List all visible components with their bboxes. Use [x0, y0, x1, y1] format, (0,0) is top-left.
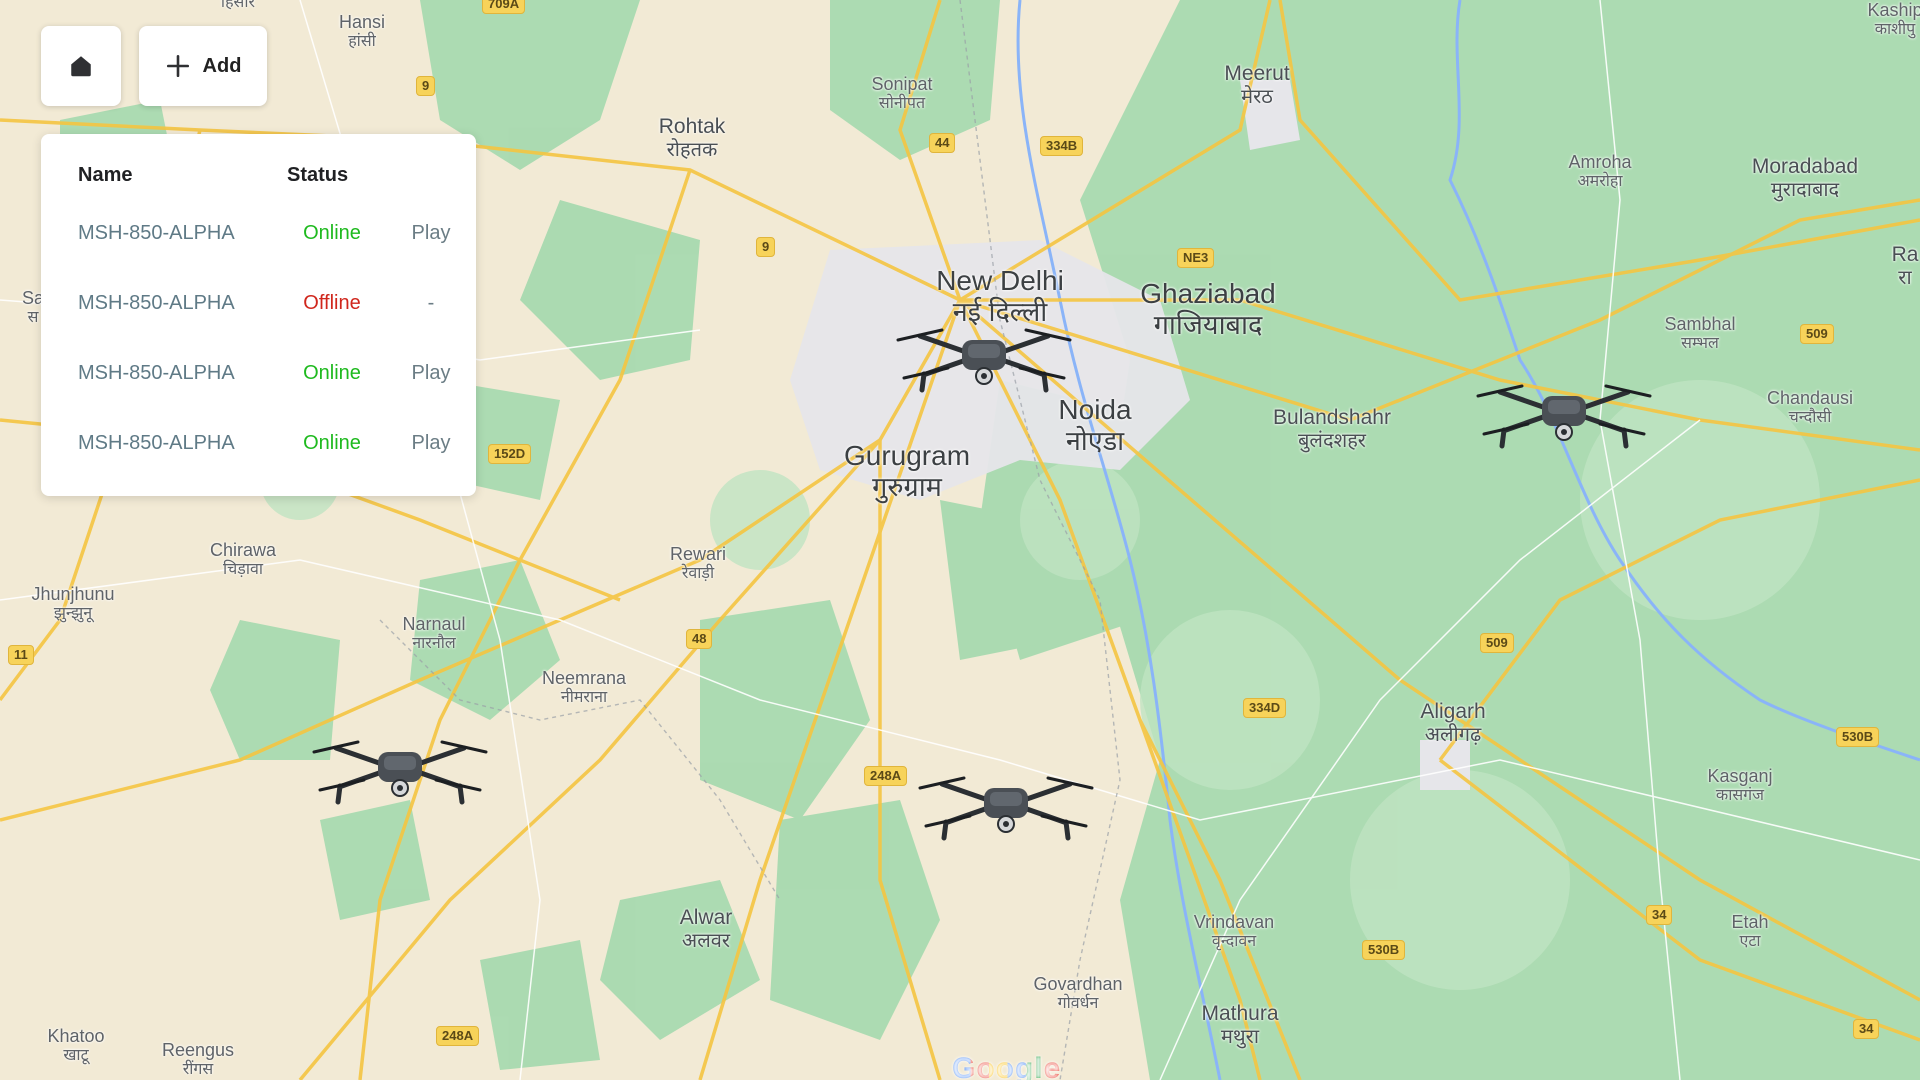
add-button[interactable]: Add [139, 26, 267, 106]
place-label-ghaziabad: Ghaziabad गाजियाबाद [1140, 278, 1276, 341]
column-header-status: Status [287, 164, 349, 186]
place-label-bulandshahr: Bulandshahr बुलंदशहर [1273, 406, 1391, 453]
drone-list-panel: Name Status MSH-850-ALPHA Online Play MS… [41, 134, 476, 496]
plus-icon [166, 54, 189, 78]
road-shield: 530B [1362, 940, 1406, 960]
road-shield: 334D [1243, 698, 1287, 718]
drone-name: MSH-850-ALPHA [78, 292, 235, 314]
road-shield: 11 [8, 645, 34, 665]
place-label-sonipat: Sonipat सोनीपत [871, 74, 933, 112]
play-button[interactable]: Play [391, 222, 471, 245]
status-badge: Online [303, 222, 361, 244]
road-shield: 34 [1646, 905, 1673, 925]
road-shield: 248A [864, 766, 908, 786]
place-label-narnaul: Narnaul नारनौल [402, 614, 466, 652]
status-badge: Online [303, 432, 361, 454]
place-label-khatoo: Khatoo खाटू [47, 1026, 105, 1064]
drone-icon-graphic [918, 776, 1094, 841]
drone-name: MSH-850-ALPHA [78, 362, 235, 384]
place-label-chandausi: Chandausi चन्दौसी [1766, 388, 1854, 426]
place-label-mathura: Mathura मथुरा [1201, 1002, 1279, 1049]
place-label-sambhal: Sambhal सम्भल [1664, 314, 1736, 352]
place-label-rewari: Rewari रेवाड़ी [669, 544, 727, 582]
google-logo: Google [952, 1052, 1061, 1080]
place-label-vrindavan: Vrindavan वृन्दावन [1193, 912, 1275, 950]
home-button[interactable] [41, 26, 121, 106]
road-shield: 334B [1040, 136, 1084, 156]
road-shield: 44 [929, 133, 956, 153]
table-row[interactable]: MSH-850-ALPHA Offline - [41, 292, 476, 332]
place-label-moradabad: Moradabad मुरादाबाद [1751, 155, 1859, 202]
status-badge: Offline [303, 292, 361, 314]
place-label-meerut: Meerut मेरठ [1224, 62, 1290, 109]
road-shield: 9 [416, 76, 436, 96]
place-label-aligarh: Aligarh अलीगढ़ [1420, 700, 1486, 747]
drone-name: MSH-850-ALPHA [78, 222, 235, 244]
place-label-alwar: Alwar अलवर [679, 906, 733, 953]
road-shield: 248A [436, 1026, 480, 1046]
drone-icon-graphic [312, 740, 488, 805]
table-row[interactable]: MSH-850-ALPHA Online Play [41, 362, 476, 402]
action-placeholder: - [427, 292, 435, 314]
drone-icon[interactable] [918, 758, 1094, 853]
drone-name: MSH-850-ALPHA [78, 432, 235, 454]
table-row[interactable]: MSH-850-ALPHA Online Play [41, 432, 476, 472]
play-button[interactable]: Play [391, 432, 471, 455]
road-shield: 48 [686, 629, 713, 649]
place-label-govardhan: Govardhan गोवर्धन [1033, 974, 1123, 1012]
place-label-jhunjhunu: Jhunjhunu झुन्झुनू [31, 584, 115, 622]
status-badge: Online [303, 362, 361, 384]
place-label-etah: Etah एटा [1731, 912, 1769, 950]
road-shield: 509 [1480, 633, 1514, 653]
google-logo-text: Google [952, 1052, 1061, 1080]
place-label-kashipur: Kaship काशीपु [1867, 0, 1920, 38]
table-row[interactable]: MSH-850-ALPHA Online Play [41, 222, 476, 262]
place-label-kasganj: Kasganj कासगंज [1707, 766, 1773, 804]
road-shield: 709A [482, 0, 526, 14]
drone-icon-graphic [896, 328, 1072, 393]
place-label-gurugram: Gurugram गुरुग्राम [843, 440, 971, 503]
road-shield: 509 [1800, 324, 1834, 344]
road-shield: 9 [756, 237, 776, 257]
place-label-amroha: Amroha अमरोहा [1568, 152, 1632, 190]
drone-icon-graphic [1476, 384, 1652, 449]
place-label-hansi: Hansi हांसी [338, 12, 386, 50]
road-shield: 34 [1853, 1019, 1880, 1039]
place-label-ra: Ra रा [1891, 243, 1919, 290]
column-header-name: Name [78, 164, 133, 186]
drone-icon[interactable] [312, 722, 488, 817]
add-button-label: Add [202, 54, 242, 77]
place-label-hisar: हिसार [220, 0, 256, 11]
place-label-neemrana: Neemrana नीमराना [541, 668, 627, 706]
home-icon [71, 56, 91, 77]
place-label-reengus: Reengus रींगस [161, 1040, 235, 1078]
road-shield: 152D [488, 444, 532, 464]
place-label-chirawa: Chirawa चिड़ावा [209, 540, 277, 578]
road-shield: 530B [1836, 727, 1880, 747]
play-button[interactable]: Play [391, 362, 471, 385]
place-label-rohtak: Rohtak रोहतक [658, 115, 726, 162]
road-shield: NE3 [1177, 248, 1215, 268]
drone-icon[interactable] [1476, 366, 1652, 461]
drone-icon[interactable] [896, 310, 1072, 405]
